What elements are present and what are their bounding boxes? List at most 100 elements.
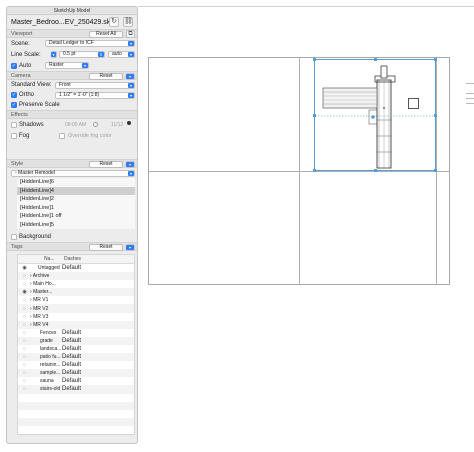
- style-reset-arrow[interactable]: ▾: [126, 161, 135, 168]
- render-mode-dropdown[interactable]: Raster ▾: [45, 62, 89, 69]
- shadow-date-slider[interactable]: [127, 121, 131, 125]
- chevron-down-icon: ▾: [128, 52, 134, 57]
- shadow-time: 09:05 AM: [65, 121, 87, 128]
- style-item[interactable]: [HiddenLine]5: [17, 221, 135, 230]
- viewport-frame[interactable]: [148, 57, 450, 285]
- shadows-row: Shadows 09:05 AM 11/12: [7, 119, 137, 130]
- viewport-section-header[interactable]: Viewport Reset All ⧉: [7, 29, 137, 38]
- tag-row[interactable]: ◌ grade Default: [18, 336, 134, 345]
- tags-reset-arrow[interactable]: ▾: [126, 244, 135, 251]
- scene-dropdown[interactable]: Detail Ledger to ICF ▾: [45, 40, 135, 47]
- eye-icon[interactable]: ◌: [21, 346, 28, 352]
- shadows-checkbox[interactable]: [11, 121, 17, 128]
- eye-icon[interactable]: ◌: [21, 281, 28, 287]
- tag-row[interactable]: ◌ patio fu... Default: [18, 353, 134, 362]
- tag-row[interactable]: ◌ retainin... Default: [18, 361, 134, 369]
- tag-folder-row[interactable]: ◌ › MR V1: [18, 296, 134, 304]
- eye-icon[interactable]: ◌: [21, 386, 28, 392]
- tag-dash[interactable]: Default: [62, 378, 81, 384]
- eye-icon[interactable]: ◌: [21, 362, 28, 368]
- style-item[interactable]: [HiddenLine]2: [17, 195, 135, 204]
- page-top-edge: [138, 6, 474, 7]
- tag-row[interactable]: ◌ Fences Default: [18, 329, 134, 337]
- tag-row[interactable]: ◌ sauna Default: [18, 377, 134, 385]
- preserve-scale-checkbox[interactable]: ✓: [11, 102, 17, 108]
- tag-folder-label: Archive: [32, 273, 50, 280]
- reset-all-button[interactable]: Reset All: [89, 31, 123, 38]
- tag-dash[interactable]: Default: [62, 338, 81, 344]
- eye-icon[interactable]: ◌: [21, 273, 28, 279]
- scene-row: Scene: Detail Ledger to ICF ▾: [7, 38, 137, 49]
- eye-icon[interactable]: ◌: [21, 378, 28, 384]
- standard-view-label: Standard View:: [11, 82, 52, 88]
- tag-folder-row[interactable]: ◌ › MR V2: [18, 304, 134, 313]
- line-scale-input[interactable]: 0.5 pt ⇕: [59, 51, 105, 58]
- tag-dash[interactable]: Default: [62, 354, 81, 360]
- line-scale-mode-dropdown[interactable]: auto ▾: [108, 51, 135, 58]
- refresh-icon[interactable]: ↻: [109, 17, 119, 27]
- style-dropdown[interactable]: ▪ Master Remodel ▾: [11, 169, 135, 177]
- eye-icon[interactable]: ◌: [21, 297, 28, 303]
- tag-empty-row: [18, 417, 134, 426]
- tag-folder-row[interactable]: ◌ › MR V4: [18, 320, 134, 329]
- tag-row[interactable]: ◌ stairs-old Default: [18, 385, 134, 394]
- dashes-col-header[interactable]: Dashes: [64, 256, 81, 262]
- eye-icon[interactable]: ◌: [21, 314, 28, 320]
- tag-dash[interactable]: Default: [62, 265, 81, 271]
- name-col-header[interactable]: Na...: [44, 256, 64, 262]
- eye-icon[interactable]: ◌: [21, 370, 28, 376]
- shadow-time-slider[interactable]: [93, 122, 98, 127]
- tag-folder-row[interactable]: ◌ › MR V3: [18, 313, 134, 321]
- effects-section-header[interactable]: Effects: [7, 110, 137, 119]
- eye-icon[interactable]: ◌: [21, 354, 28, 360]
- tag-folder-row[interactable]: ◉ › Master...: [18, 288, 134, 297]
- auto-checkbox[interactable]: ✓: [11, 62, 17, 69]
- chevron-down-icon: ▾: [126, 162, 134, 167]
- eye-icon[interactable]: ◌: [21, 322, 28, 328]
- style-item-selected[interactable]: [HiddenLine]4: [17, 186, 135, 195]
- tag-dash[interactable]: Default: [62, 330, 81, 336]
- eye-icon[interactable]: ◉: [21, 265, 28, 271]
- line-scale-arrow[interactable]: ▾: [51, 51, 57, 58]
- eye-icon[interactable]: ◌: [21, 306, 28, 312]
- tag-row[interactable]: ◉ Untagged Default: [18, 264, 134, 272]
- tag-row[interactable]: ◌ landsca... Default: [18, 345, 134, 353]
- link-icon[interactable]: ⛓: [123, 17, 133, 27]
- eye-icon[interactable]: ◉: [21, 289, 28, 295]
- ortho-checkbox[interactable]: ✓: [11, 92, 17, 98]
- tag-dash[interactable]: Default: [62, 346, 81, 352]
- tag-dash[interactable]: Default: [62, 362, 81, 368]
- style-section-header[interactable]: Style Reset ▾: [7, 159, 137, 168]
- background-label: Background: [19, 234, 52, 240]
- background-checkbox[interactable]: [11, 234, 17, 240]
- standard-view-dropdown[interactable]: Front ▾: [55, 81, 135, 89]
- eye-icon[interactable]: ◌: [21, 338, 28, 344]
- ortho-scale-dropdown[interactable]: 1 1/2" = 1'-0" (1:8) ▾: [55, 91, 135, 99]
- chevron-down-icon: ▾: [51, 52, 56, 57]
- preserve-scale-label: Preserve Scale: [19, 102, 60, 108]
- eye-icon[interactable]: ◌: [21, 330, 28, 336]
- tag-row[interactable]: ◌ sample... Default: [18, 369, 134, 378]
- tag-folder-row[interactable]: ◌ › Main Ho...: [18, 280, 134, 288]
- tag-folder-label: Main Ho...: [33, 281, 56, 288]
- camera-reset-arrow[interactable]: ▾: [126, 73, 135, 80]
- copy-icon[interactable]: ⧉: [126, 30, 135, 38]
- line-scale-value: 0.5 pt: [63, 51, 76, 57]
- tags-section-header[interactable]: Tags Reset ▾: [7, 242, 137, 251]
- tag-name: › Main Ho...: [28, 281, 62, 287]
- style-item[interactable]: [HiddenLine]1 off: [17, 212, 135, 221]
- shadows-label: Shadows: [19, 121, 44, 128]
- tag-dash[interactable]: Default: [62, 370, 81, 376]
- style-current-row: ▪ Master Remodel ▾: [7, 168, 137, 178]
- camera-reset-button[interactable]: Reset: [89, 73, 123, 80]
- override-fog-checkbox[interactable]: [59, 132, 65, 139]
- camera-section-header[interactable]: Camera Reset ▾: [7, 71, 137, 80]
- style-reset-button[interactable]: Reset: [89, 161, 123, 168]
- selected-viewport[interactable]: [313, 58, 437, 172]
- style-item[interactable]: [HiddenLine]1: [17, 204, 135, 213]
- fog-checkbox[interactable]: [11, 132, 17, 139]
- style-item[interactable]: [HiddenLine]6: [17, 178, 135, 187]
- tag-dash[interactable]: Default: [62, 386, 81, 392]
- tags-reset-button[interactable]: Reset: [89, 244, 123, 251]
- tag-folder-row[interactable]: ◌ › Archive: [18, 272, 134, 281]
